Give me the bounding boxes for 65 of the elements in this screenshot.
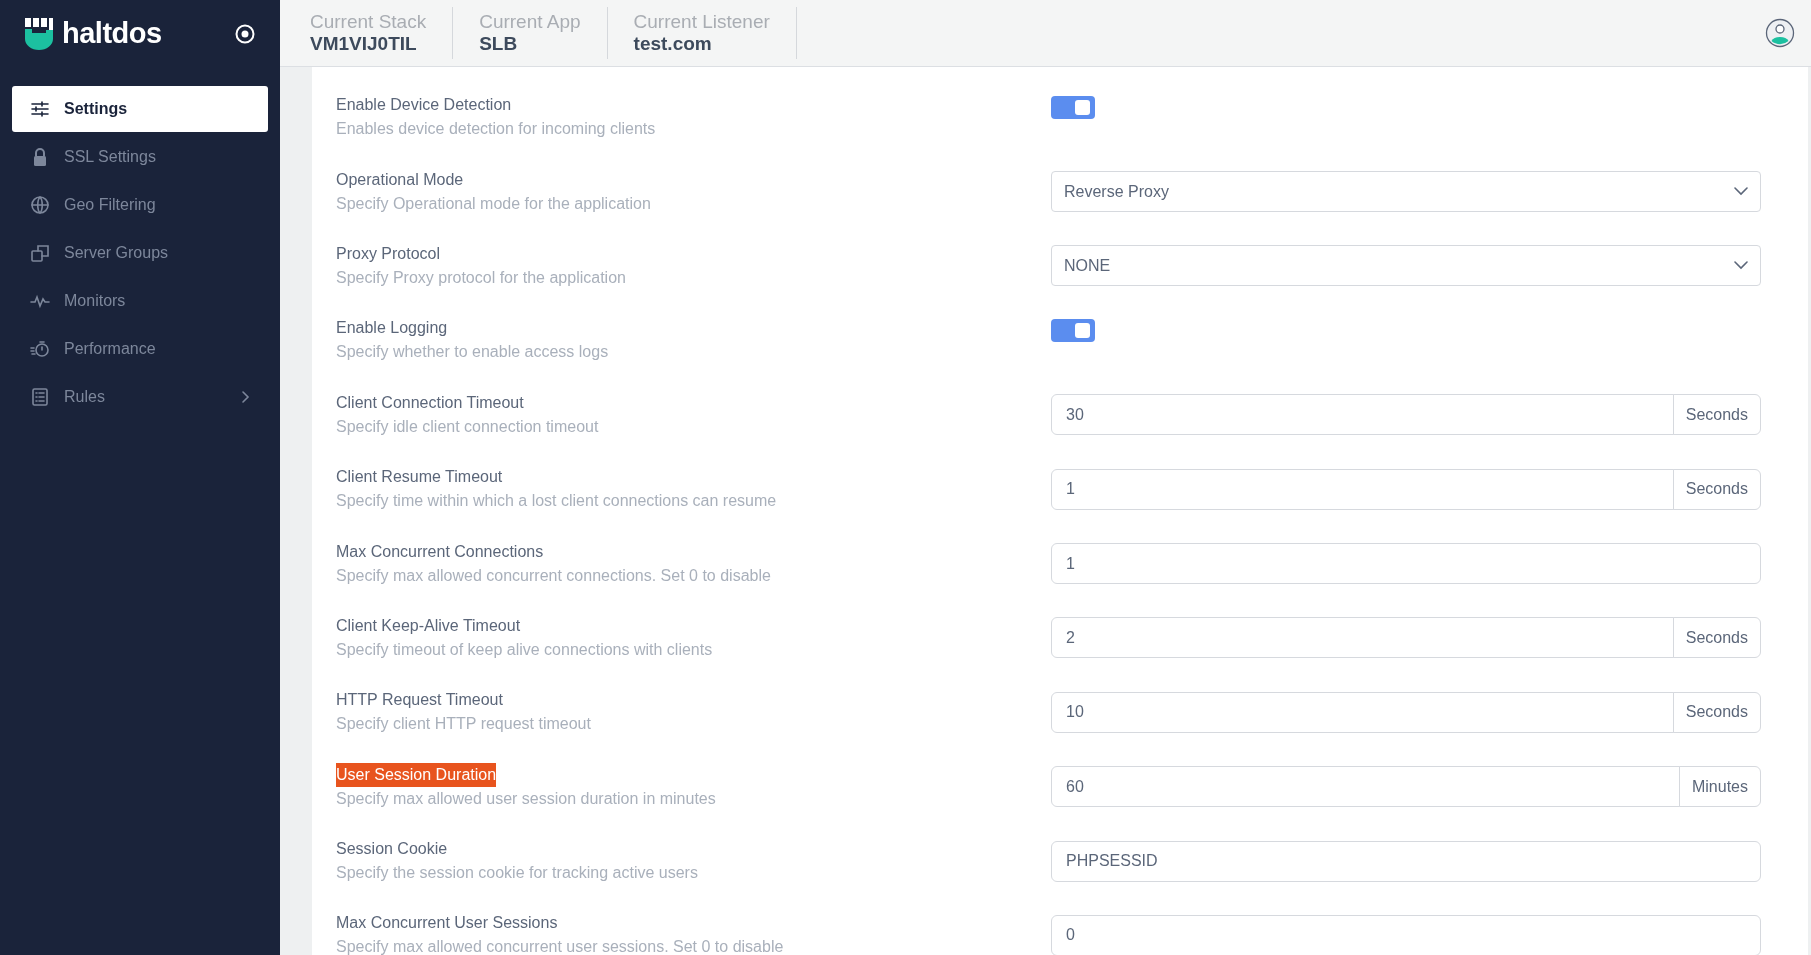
input-field[interactable]: 60 <box>1051 766 1680 808</box>
setting-description: Specify time within which a lost client connections can resume <box>336 491 778 512</box>
input-field[interactable]: 30 <box>1051 394 1674 436</box>
sidebar-item[interactable]: Geo Filtering <box>12 182 268 228</box>
setting-description: Specify client HTTP request timeout <box>336 714 592 735</box>
setting-label: Max Concurrent User Sessions <box>336 913 558 934</box>
input-field[interactable]: 10 <box>1051 691 1674 733</box>
setting-description: Enables device detection for incoming clients <box>336 119 657 140</box>
stopwatch-icon <box>30 339 50 359</box>
setting-label: Session Cookie <box>336 839 448 860</box>
setting-label: Client Connection Timeout <box>336 392 524 413</box>
unit-label: Minutes <box>1678 766 1761 808</box>
input-field[interactable]: 2 <box>1051 617 1674 659</box>
globe-icon <box>30 195 50 215</box>
sidebar-item[interactable]: Server Groups <box>12 230 268 276</box>
header-label: Current Listener <box>633 10 770 33</box>
header-label: Current App <box>479 10 581 33</box>
avatar-icon[interactable] <box>1765 18 1795 48</box>
setting-description: Specify Proxy protocol for the application <box>336 267 627 288</box>
header-label: Current Stack <box>310 10 427 33</box>
sidebar-item[interactable]: Rules <box>12 374 268 420</box>
unit-label: Seconds <box>1672 691 1761 733</box>
sidebar-item[interactable]: Performance <box>12 326 268 372</box>
sliders-icon <box>30 99 50 119</box>
toggle-switch[interactable] <box>1051 319 1095 343</box>
setting-description: Specify max allowed concurrent connections. Set 0 to disable <box>336 565 772 586</box>
input-field[interactable]: PHPSESSID <box>1051 840 1761 882</box>
chevron-icon <box>1734 261 1748 271</box>
input-field[interactable]: 1 <box>1051 468 1674 510</box>
header-value: test.com <box>633 32 713 56</box>
unit-label: Seconds <box>1672 468 1761 510</box>
input-field[interactable]: 0 <box>1051 915 1761 955</box>
dropdown[interactable]: Reverse Proxy <box>1051 171 1761 213</box>
sidebar-item[interactable]: Settings <box>12 86 268 132</box>
list-icon <box>30 387 50 407</box>
header-value: SLB <box>479 32 519 56</box>
setting-description: Specify max allowed user session duration in minutes <box>336 788 717 809</box>
setting-label: Operational Mode <box>336 169 464 190</box>
setting-description: Specify timeout of keep alive connections with clients <box>336 639 714 660</box>
toggle-switch[interactable] <box>1051 96 1095 119</box>
setting-label: Client Resume Timeout <box>336 467 503 488</box>
dropdown[interactable]: NONE <box>1051 245 1761 287</box>
setting-label: Enable Device Detection <box>336 95 512 116</box>
copy-icon <box>30 243 50 263</box>
setting-description: Specify Operational mode for the application <box>336 193 652 214</box>
header-value: VM1VIJ0TIL <box>310 32 418 56</box>
setting-description: Specify the session cookie for tracking active users <box>336 863 699 884</box>
unit-label: Seconds <box>1672 394 1761 436</box>
sidebar-item[interactable]: SSL Settings <box>12 134 268 180</box>
setting-label: Client Keep-Alive Timeout <box>336 615 521 636</box>
setting-label: Proxy Protocol <box>336 243 441 264</box>
logo-text: haltdos <box>62 16 162 52</box>
setting-label: Max Concurrent Connections <box>336 541 544 562</box>
setting-description: Specify max allowed concurrent user sessions. Set 0 to disable <box>336 937 785 955</box>
setting-label: HTTP Request Timeout <box>336 690 503 711</box>
chevron-icon <box>1734 187 1748 197</box>
setting-label: Enable Logging <box>336 318 448 339</box>
target-icon[interactable] <box>234 23 256 45</box>
input-field[interactable]: 1 <box>1051 543 1761 585</box>
sidebar-item[interactable]: Monitors <box>12 278 268 324</box>
setting-label: User Session Duration <box>336 762 497 787</box>
setting-description: Specify idle client connection timeout <box>336 416 600 437</box>
logo-icon <box>24 17 54 51</box>
setting-description: Specify whether to enable access logs <box>336 342 610 363</box>
unit-label: Seconds <box>1672 617 1761 659</box>
